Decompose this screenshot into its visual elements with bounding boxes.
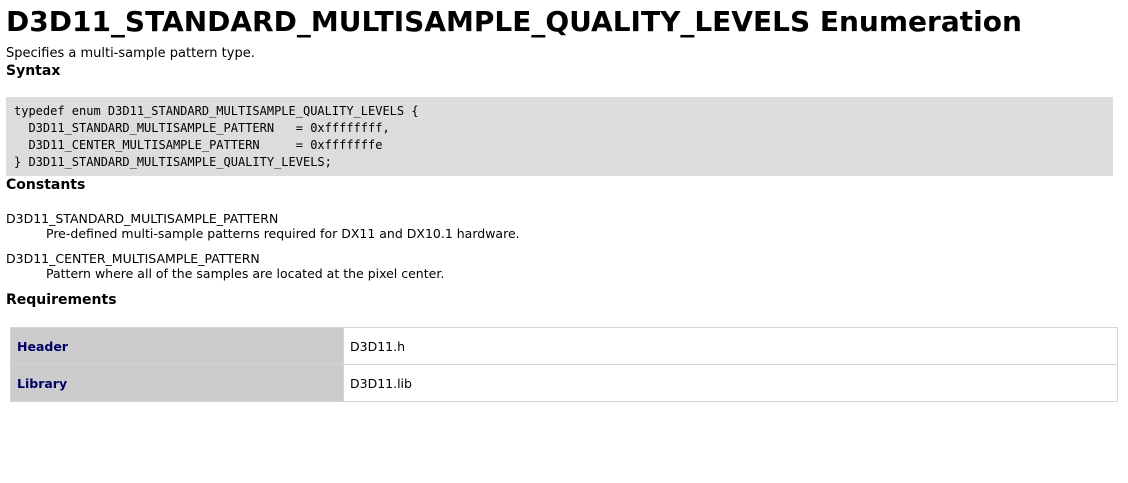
requirement-key: Header bbox=[10, 327, 344, 365]
constant-item: D3D11_CENTER_MULTISAMPLE_PATTERN Pattern… bbox=[6, 251, 1122, 282]
constant-item: D3D11_STANDARD_MULTISAMPLE_PATTERN Pre-d… bbox=[6, 211, 1122, 242]
constant-description: Pattern where all of the samples are loc… bbox=[46, 266, 445, 281]
syntax-code-block: typedef enum D3D11_STANDARD_MULTISAMPLE_… bbox=[6, 97, 1113, 176]
constant-description: Pre-defined multi-sample patterns requir… bbox=[46, 226, 520, 241]
syntax-heading: Syntax bbox=[6, 63, 61, 79]
table-row: Header D3D11.h bbox=[10, 327, 1118, 365]
constants-list: D3D11_STANDARD_MULTISAMPLE_PATTERN Pre-d… bbox=[6, 211, 1122, 282]
constants-heading: Constants bbox=[6, 177, 86, 193]
code-line: D3D11_STANDARD_MULTISAMPLE_PATTERN = 0xf… bbox=[14, 121, 390, 135]
requirements-heading: Requirements bbox=[6, 292, 117, 308]
constant-name: D3D11_STANDARD_MULTISAMPLE_PATTERN bbox=[6, 211, 279, 226]
constant-name: D3D11_CENTER_MULTISAMPLE_PATTERN bbox=[6, 251, 260, 266]
document-page: D3D11_STANDARD_MULTISAMPLE_QUALITY_LEVEL… bbox=[0, 0, 1128, 402]
summary-text: Specifies a multi-sample pattern type. bbox=[6, 46, 255, 61]
code-line: D3D11_CENTER_MULTISAMPLE_PATTERN = 0xfff… bbox=[14, 138, 383, 152]
code-line: typedef enum D3D11_STANDARD_MULTISAMPLE_… bbox=[14, 104, 419, 118]
requirement-value: D3D11.lib bbox=[343, 364, 1118, 402]
requirement-value: D3D11.h bbox=[343, 327, 1118, 365]
requirements-table: Header D3D11.h Library D3D11.lib bbox=[10, 327, 1118, 402]
code-line: } D3D11_STANDARD_MULTISAMPLE_QUALITY_LEV… bbox=[14, 155, 332, 169]
page-title: D3D11_STANDARD_MULTISAMPLE_QUALITY_LEVEL… bbox=[6, 5, 1022, 38]
table-row: Library D3D11.lib bbox=[10, 364, 1118, 402]
requirement-key: Library bbox=[10, 364, 344, 402]
